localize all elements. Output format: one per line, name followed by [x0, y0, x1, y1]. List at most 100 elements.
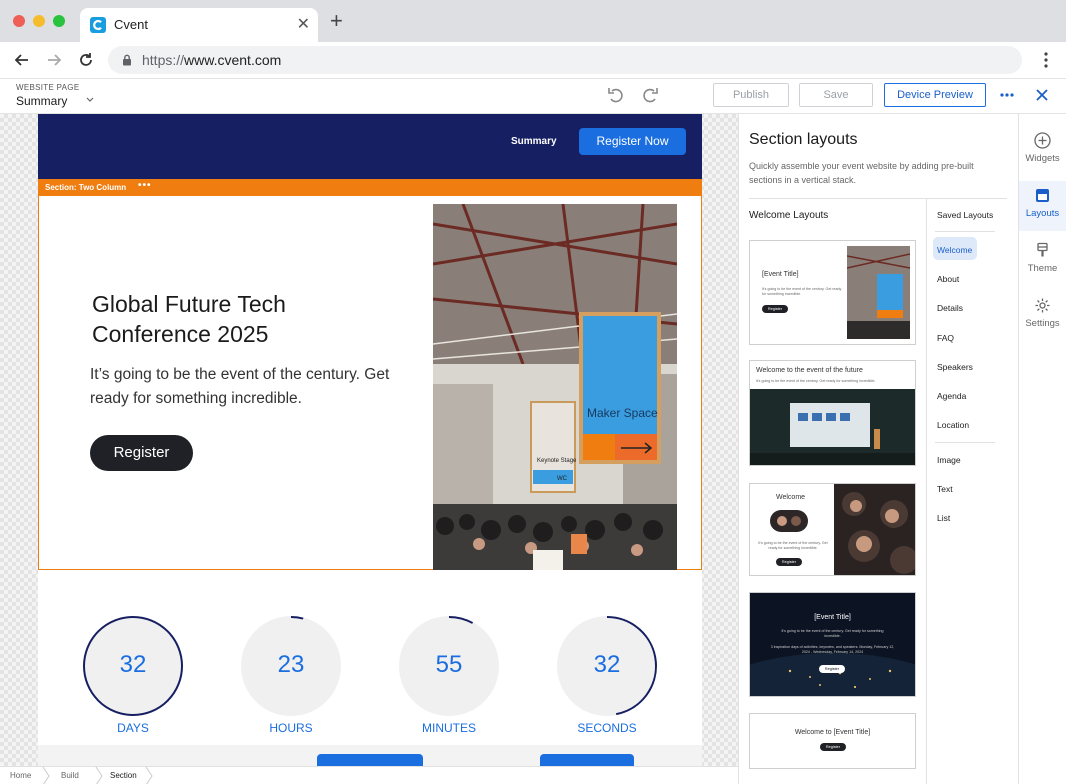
- layout-thumbnail-1[interactable]: [Event Title] It's going to be the event…: [749, 240, 916, 345]
- thumb-3-title: Welcome: [776, 494, 806, 501]
- thumb-3-subtitle: It's going to be the event of the centur…: [758, 541, 828, 550]
- website-page-label: WEBSITE PAGE: [16, 83, 80, 92]
- new-tab-icon[interactable]: +: [330, 10, 343, 32]
- panel-title: Section layouts: [749, 131, 858, 148]
- more-options-icon[interactable]: [1000, 93, 1014, 97]
- wc-sign: WC: [557, 476, 568, 482]
- breadcrumb-home[interactable]: Home: [10, 771, 31, 780]
- category-about[interactable]: About: [937, 274, 959, 284]
- countdown-hours-value: 23: [277, 651, 305, 678]
- countdown-minutes-value: 55: [435, 651, 463, 678]
- two-column-section[interactable]: Global Future Tech Conference 2025 It’s …: [38, 196, 702, 570]
- thumb-1-subtitle: It's going to be the event of the centur…: [762, 287, 842, 296]
- nav-link-summary[interactable]: Summary: [511, 136, 557, 147]
- category-faq[interactable]: FAQ: [937, 333, 954, 343]
- countdown-hours-label: HOURS: [269, 721, 313, 735]
- thumb-2-photo: [750, 389, 915, 465]
- cvent-favicon-icon: [90, 17, 106, 33]
- rail-settings[interactable]: Settings: [1019, 291, 1066, 341]
- editor-canvas: Summary Register Now Section: Two Column…: [0, 114, 738, 784]
- category-welcome[interactable]: Welcome: [937, 245, 972, 255]
- keynote-stage-sign: Keynote Stage: [537, 458, 577, 464]
- thumb-5-title: Welcome to [Event Title]: [794, 729, 871, 736]
- thumb-1-button: Register: [762, 305, 788, 313]
- rail-settings-label: Settings: [1025, 318, 1060, 329]
- rail-widgets-label: Widgets: [1025, 153, 1060, 164]
- thumb-5-button: Register: [820, 743, 846, 751]
- countdown-minutes: 55 MINUTES: [398, 615, 500, 735]
- undo-icon[interactable]: [606, 86, 626, 104]
- close-editor-icon[interactable]: [1035, 88, 1049, 102]
- section-toolbar[interactable]: Section: Two Column •••: [38, 179, 702, 196]
- maximize-window-button[interactable]: [53, 15, 65, 27]
- breadcrumb: Home Build Section: [0, 766, 738, 784]
- layout-thumbnail-4[interactable]: [Event Title] It's going to be the event…: [749, 592, 916, 697]
- forward-arrow-icon[interactable]: [44, 50, 64, 70]
- thumb-4-button: Register: [819, 665, 845, 673]
- rail-widgets[interactable]: Widgets: [1019, 126, 1066, 176]
- minimize-window-button[interactable]: [33, 15, 45, 27]
- browser-tab[interactable]: Cvent ✕: [80, 8, 318, 42]
- category-divider: [935, 442, 995, 443]
- category-details[interactable]: Details: [937, 303, 963, 313]
- section-label: Section: Two Column: [45, 183, 127, 192]
- reload-icon[interactable]: [76, 50, 96, 70]
- category-divider: [935, 231, 995, 232]
- tab-close-icon[interactable]: ✕: [297, 14, 310, 34]
- address-bar: https://www.cvent.com: [0, 42, 1066, 79]
- tab-title: Cvent: [114, 17, 148, 32]
- category-location[interactable]: Location: [937, 420, 969, 430]
- layouts-icon: [1036, 189, 1049, 202]
- url-field[interactable]: https://www.cvent.com: [108, 46, 1022, 74]
- website-page-preview: Summary Register Now Section: Two Column…: [38, 114, 702, 784]
- thumb-3-photo: [834, 484, 915, 575]
- layout-thumbnail-3[interactable]: Welcome It's going to be the event of th…: [749, 483, 916, 576]
- countdown-section[interactable]: 32 DAYS 23 HOURS 55 MINUTES 32 SECONDS: [38, 570, 702, 745]
- section-menu-icon[interactable]: •••: [138, 180, 152, 191]
- category-text[interactable]: Text: [937, 484, 953, 494]
- close-window-button[interactable]: [13, 15, 25, 27]
- redo-icon[interactable]: [640, 86, 660, 104]
- category-list[interactable]: List: [937, 513, 950, 523]
- welcome-layouts-title: Welcome Layouts: [749, 210, 829, 221]
- category-saved-layouts[interactable]: Saved Layouts: [937, 210, 993, 220]
- hero-register-button[interactable]: Register: [90, 435, 193, 471]
- thumb-4-subtitle: It's going to be the event of the centur…: [781, 629, 884, 638]
- layout-thumbnail-2[interactable]: Welcome to the event of the future It's …: [749, 360, 916, 466]
- category-speakers[interactable]: Speakers: [937, 362, 973, 372]
- category-image[interactable]: Image: [937, 455, 961, 465]
- countdown-hours: 23 HOURS: [240, 615, 342, 735]
- rail-theme[interactable]: Theme: [1019, 236, 1066, 286]
- thumb-2-subtitle: It's going to be the event of the centur…: [756, 379, 876, 383]
- breadcrumb-separator-icon: [145, 767, 153, 784]
- plus-circle-icon: [1034, 132, 1051, 149]
- category-agenda[interactable]: Agenda: [937, 391, 966, 401]
- section-layouts-panel: Section layouts Quickly assemble your ev…: [738, 114, 1018, 784]
- thumb-2-title: Welcome to the event of the future: [756, 367, 863, 374]
- register-now-button[interactable]: Register Now: [579, 128, 686, 155]
- countdown-days: 32 DAYS: [82, 615, 184, 735]
- thumb-4-title: [Event Title]: [814, 614, 851, 621]
- countdown-seconds: 32 SECONDS: [556, 615, 658, 735]
- thumb-4-details: 3 inspiration days of activities, keynot…: [770, 645, 895, 654]
- page-selector[interactable]: Summary: [16, 94, 67, 108]
- layout-thumbnail-5[interactable]: Welcome to [Event Title] Register: [749, 713, 916, 769]
- breadcrumb-section[interactable]: Section: [110, 771, 137, 780]
- rail-theme-label: Theme: [1027, 263, 1058, 274]
- thumb-1-photo: [847, 246, 910, 339]
- publish-button[interactable]: Publish: [713, 83, 789, 107]
- hero-subtitle: It’s going to be the event of the centur…: [90, 366, 390, 407]
- breadcrumb-separator-icon: [95, 767, 103, 784]
- browser-menu-icon[interactable]: [1044, 52, 1048, 68]
- thumb-3-button: Register: [776, 558, 802, 566]
- save-button[interactable]: Save: [799, 83, 873, 107]
- rail-layouts[interactable]: Layouts: [1019, 181, 1066, 231]
- thumb-3-small-photo: [770, 510, 808, 532]
- device-preview-button[interactable]: Device Preview: [884, 83, 986, 107]
- back-arrow-icon[interactable]: [12, 50, 32, 70]
- hero-title: Global Future Tech Conference 2025: [92, 291, 286, 347]
- breadcrumb-build[interactable]: Build: [61, 771, 79, 780]
- conference-hall-photo: Maker Space Keynote Stage WC: [433, 204, 677, 570]
- paint-brush-icon: [1037, 242, 1048, 257]
- chevron-down-icon[interactable]: [86, 97, 94, 102]
